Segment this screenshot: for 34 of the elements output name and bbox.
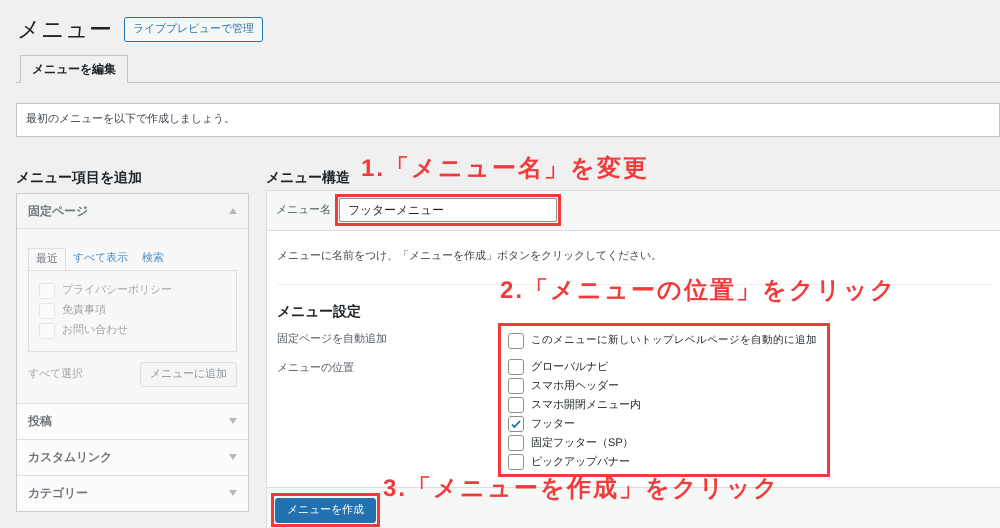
checkbox[interactable] [508, 454, 524, 470]
tab[interactable]: メニューを編集 [20, 54, 128, 82]
live-preview-button[interactable]: ライブプレビューで管理 [124, 16, 263, 42]
checkbox[interactable] [508, 416, 524, 432]
section-heading: メニュー構造 [266, 168, 350, 186]
annotation-text: 2.「メニューの位置」をクリック [500, 276, 898, 306]
menu-name-field[interactable]: フッターメニュー [339, 198, 557, 222]
page-option-label: 免責事項 [62, 303, 106, 318]
page-option-label: お問い合わせ [62, 323, 128, 338]
create-menu-button[interactable]: メニューを作成 [275, 498, 376, 523]
section-heading: メニュー項目を追加 [16, 168, 143, 186]
checkbox[interactable] [508, 333, 524, 349]
annotation-text: 3.「メニューを作成」をクリック [383, 474, 780, 504]
notice: 最初のメニューを以下で作成しましょう。 [16, 102, 1000, 136]
page-title: メニュー [17, 15, 112, 44]
checkbox[interactable] [508, 435, 524, 451]
page-option-label: プライバシーポリシー [62, 282, 172, 298]
checkbox[interactable] [508, 359, 524, 375]
menu-name-label: メニュー名 [276, 202, 331, 218]
option-label: ピックアップバナー [531, 454, 630, 470]
setting-label: 固定ページを自動追加 [277, 332, 388, 347]
option-label: 固定フッター（SP） [531, 436, 634, 451]
option-label: フッター [531, 416, 575, 432]
settings-heading: メニュー設定 [277, 302, 361, 321]
description-text: メニューに名前をつけ、「メニューを作成」ボタンをクリックしてください。 [277, 248, 663, 264]
option-label: グローバルナビ [531, 360, 608, 375]
option-label: このメニューに新しいトップレベルページを自動的に追加 [531, 333, 817, 348]
option-label: スマホ用ヘッダー [531, 378, 619, 394]
annotation-text: 1.「メニュー名」を変更 [361, 154, 650, 184]
setting-label: メニューの位置 [277, 360, 355, 376]
checkmark-icon [510, 418, 522, 430]
checkbox[interactable] [508, 378, 524, 394]
option-label: スマホ開閉メニュー内 [531, 398, 641, 413]
checkbox[interactable] [508, 397, 524, 413]
